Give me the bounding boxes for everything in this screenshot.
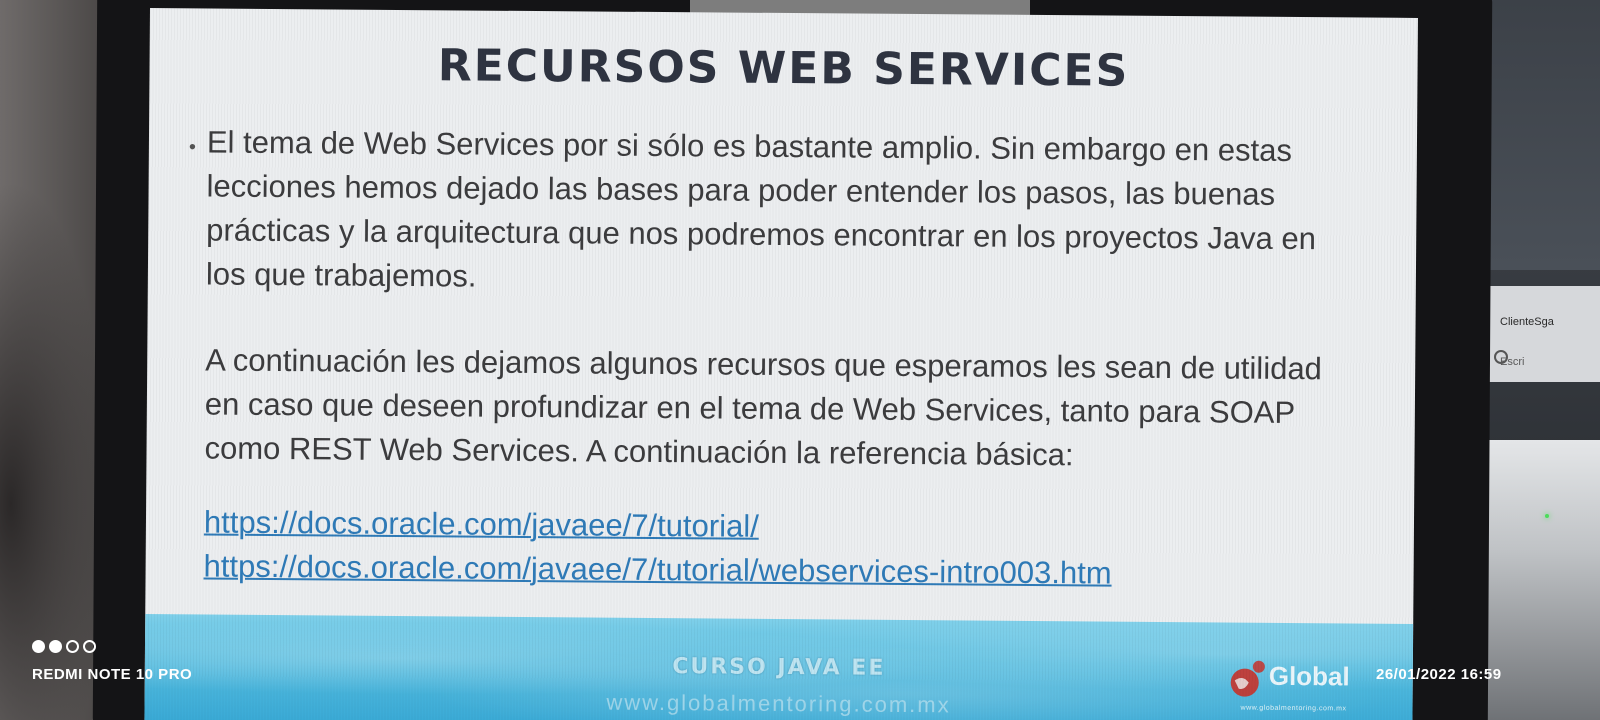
camera-watermark-datetime: 26/01/2022 16:59 (1376, 666, 1502, 683)
watermark-dot-icon (83, 640, 96, 653)
global-logo: Global www.globalmentoring.com.mx (1224, 648, 1365, 719)
taskbar-item-clientesga[interactable]: ClienteSga (1500, 316, 1554, 328)
slide-footer: CURSO JAVA EE www.globalmentoring.com.mx… (144, 613, 1414, 720)
watermark-dot-icon (49, 640, 62, 653)
taskbar-search-text[interactable]: Escri (1500, 356, 1524, 368)
camera-watermark-device: REDMI NOTE 10 PRO (32, 666, 193, 683)
paragraph-intro: El tema de Web Services por si sólo es b… (205, 124, 1317, 294)
power-led (1545, 514, 1549, 518)
globe-logo-icon (1230, 660, 1265, 697)
bullet-icon: • (188, 136, 197, 159)
slide-screen: RECURSOS WEB SERVICES • El tema de Web S… (144, 8, 1418, 720)
watermark-dot-icon (66, 640, 79, 653)
slide-title: RECURSOS WEB SERVICES (437, 40, 1130, 97)
watermark-dot-icon (32, 640, 45, 653)
link-webservices-intro[interactable]: https://docs.oracle.com/javaee/7/tutoria… (203, 544, 1323, 597)
links-list: https://docs.oracle.com/javaee/7/tutoria… (203, 500, 1324, 597)
logo-subtext: www.globalmentoring.com.mx (1240, 704, 1347, 713)
photo-scene: ClienteSga Escri RECURSOS WEB SERVICES •… (0, 0, 1600, 720)
logo-word: Global (1268, 660, 1350, 692)
site-url: www.globalmentoring.com.mx (606, 689, 951, 718)
course-label: CURSO JAVA EE (672, 654, 886, 681)
paragraph-resources: A continuación les dejamos algunos recur… (204, 342, 1323, 473)
camera-watermark-dots (32, 640, 96, 653)
